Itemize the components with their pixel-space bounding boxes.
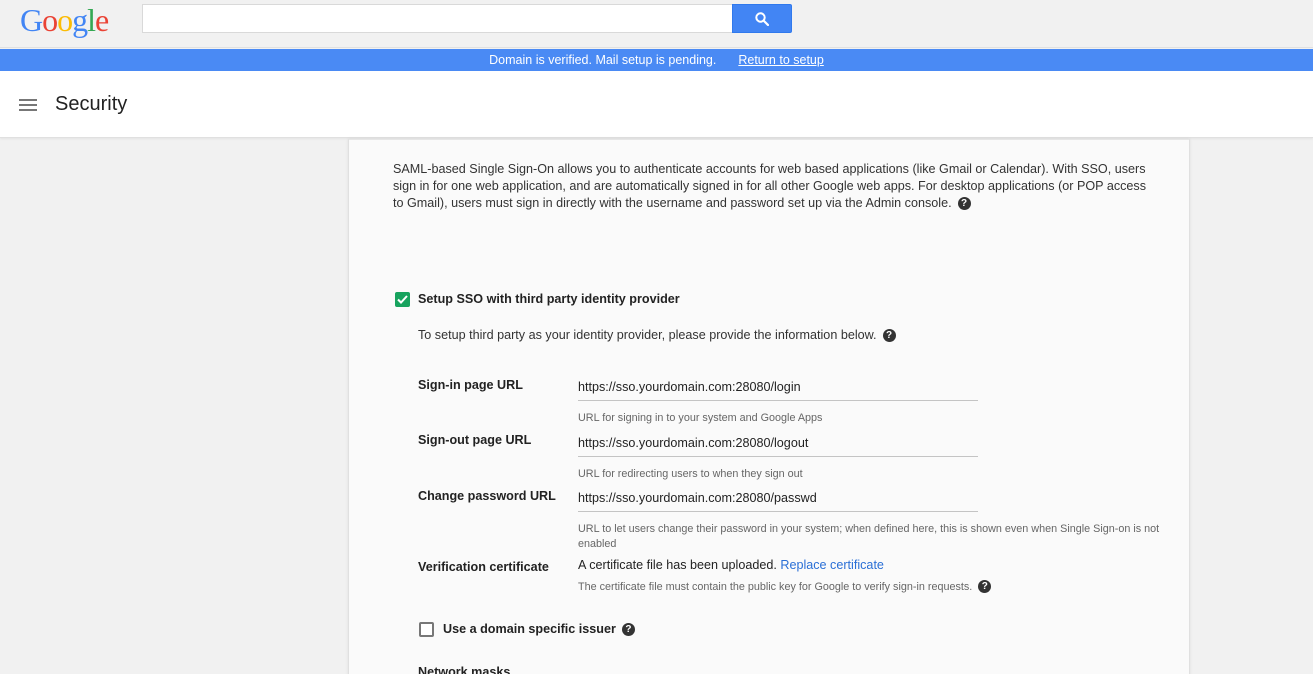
top-bar: Google bbox=[0, 0, 1313, 48]
sign-out-url-label: Sign-out page URL bbox=[418, 433, 532, 447]
sso-settings-card: SAML-based Single Sign-On allows you to … bbox=[348, 139, 1190, 674]
logo-letter: o bbox=[57, 2, 73, 38]
replace-certificate-link[interactable]: Replace certificate bbox=[780, 558, 884, 572]
sign-in-url-hint: URL for signing in to your system and Go… bbox=[578, 412, 823, 424]
verification-certificate-label: Verification certificate bbox=[418, 560, 549, 574]
domain-specific-issuer-label[interactable]: Use a domain specific issuer? bbox=[443, 622, 635, 636]
logo-letter: e bbox=[95, 2, 109, 38]
help-icon[interactable]: ? bbox=[978, 580, 992, 593]
card-divider bbox=[349, 139, 1189, 143]
domain-specific-issuer-checkbox[interactable] bbox=[419, 622, 434, 637]
certificate-hint: The certificate file must contain the pu… bbox=[578, 580, 1163, 595]
setup-banner: Domain is verified. Mail setup is pendin… bbox=[0, 49, 1313, 71]
google-logo[interactable]: Google bbox=[20, 2, 109, 38]
logo-letter: G bbox=[20, 2, 43, 38]
domain-specific-issuer-text: Use a domain specific issuer bbox=[443, 622, 616, 636]
certificate-status: A certificate file has been uploaded. Re… bbox=[578, 558, 884, 572]
sign-in-url-input[interactable] bbox=[578, 373, 978, 401]
change-password-url-label: Change password URL bbox=[418, 489, 556, 503]
logo-letter: o bbox=[42, 2, 58, 38]
sign-out-url-input[interactable] bbox=[578, 429, 978, 457]
sso-description: SAML-based Single Sign-On allows you to … bbox=[393, 161, 1153, 212]
checkmark-icon bbox=[397, 295, 408, 304]
certificate-status-text: A certificate file has been uploaded. bbox=[578, 558, 777, 572]
return-to-setup-link[interactable]: Return to setup bbox=[738, 53, 823, 67]
page-title: Security bbox=[55, 93, 128, 115]
menu-icon[interactable] bbox=[19, 99, 37, 113]
search-icon bbox=[755, 11, 769, 26]
search-button[interactable] bbox=[732, 4, 792, 33]
sso-description-text: SAML-based Single Sign-On allows you to … bbox=[393, 162, 1147, 210]
sso-intro: To setup third party as your identity pr… bbox=[418, 328, 896, 342]
setup-sso-label[interactable]: Setup SSO with third party identity prov… bbox=[418, 292, 680, 306]
logo-letter: l bbox=[87, 2, 96, 38]
sign-in-url-label: Sign-in page URL bbox=[418, 378, 523, 392]
setup-sso-checkbox[interactable] bbox=[395, 292, 410, 307]
change-password-url-input[interactable] bbox=[578, 484, 978, 512]
banner-message: Domain is verified. Mail setup is pendin… bbox=[489, 53, 717, 67]
sign-out-url-hint: URL for redirecting users to when they s… bbox=[578, 468, 803, 480]
search-input[interactable] bbox=[142, 4, 733, 33]
network-masks-label: Network masks bbox=[418, 665, 511, 674]
certificate-hint-text: The certificate file must contain the pu… bbox=[578, 581, 973, 593]
sso-intro-text: To setup third party as your identity pr… bbox=[418, 328, 877, 342]
change-password-url-hint: URL to let users change their password i… bbox=[578, 523, 1160, 550]
logo-letter: g bbox=[72, 2, 88, 38]
help-icon[interactable]: ? bbox=[957, 197, 971, 210]
help-icon[interactable]: ? bbox=[882, 329, 896, 342]
help-icon[interactable]: ? bbox=[621, 623, 635, 636]
page-header: Security bbox=[0, 71, 1313, 138]
